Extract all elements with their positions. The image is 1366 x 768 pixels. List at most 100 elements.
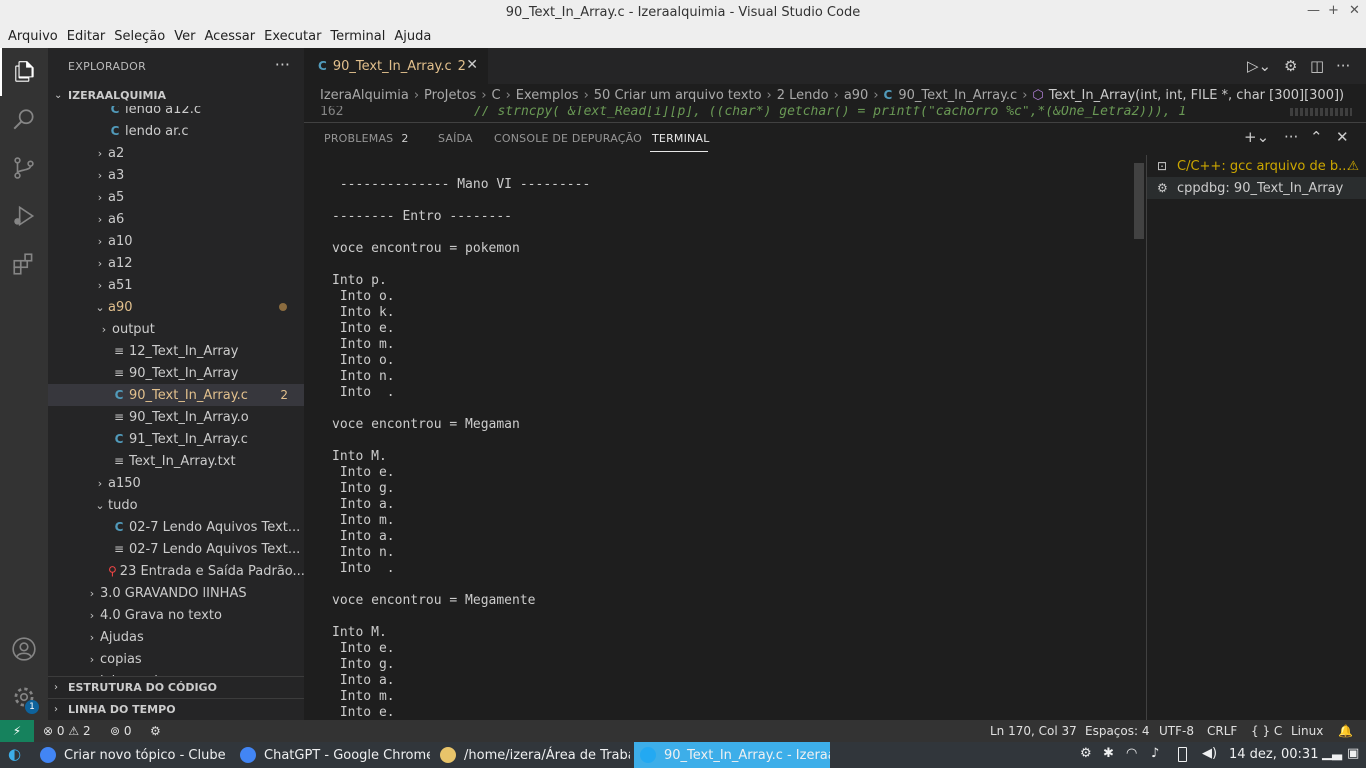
tree-folder[interactable]: › a10 — [48, 230, 304, 252]
tree-file[interactable]: ≡ 90_Text_In_Array.o — [48, 406, 304, 428]
tree-folder[interactable]: › copias — [48, 648, 304, 670]
source-control-activity[interactable] — [0, 144, 48, 192]
notifications-icon[interactable]: 🔔 — [1338, 724, 1353, 738]
more-icon[interactable]: ··· — [1336, 57, 1350, 75]
line-ending[interactable]: CRLF — [1207, 724, 1237, 738]
tab-terminal[interactable]: TERMINAL — [652, 132, 710, 145]
wifi-icon[interactable]: ◠ — [1126, 746, 1137, 761]
tree-file[interactable]: ≡ 12_Text_In_Array — [48, 340, 304, 362]
tree-folder[interactable]: ⌄ a90 — [48, 296, 304, 318]
tree-folder[interactable]: › a6 — [48, 208, 304, 230]
tree-folder[interactable]: › 4.0 Grava no texto — [48, 604, 304, 626]
workspace-root[interactable]: ⌄ IZERAALQUIMIA — [48, 84, 304, 106]
split-editor-icon[interactable]: ◫ — [1310, 57, 1324, 75]
tree-file[interactable]: ≡ 02-7 Lendo Aquivos Text... — [48, 538, 304, 560]
terminal-output[interactable]: -------------- Mano VI --------- --------… — [304, 161, 1144, 721]
cursor-position[interactable]: Ln 170, Col 37 — [990, 724, 1077, 738]
tree-folder[interactable]: ⌄ tudo — [48, 494, 304, 516]
clock[interactable]: 14 dez, 00:31 — [1229, 747, 1318, 762]
breadcrumb-item[interactable]: 90_Text_In_Array.c — [898, 88, 1017, 103]
gear-icon[interactable]: ⚙ — [1284, 57, 1297, 75]
system-monitor-icon[interactable]: ▁▃ — [1322, 746, 1342, 761]
platform[interactable]: Linux — [1291, 724, 1323, 738]
tree-file[interactable]: C 02-7 Lendo Aquivos Text... — [48, 516, 304, 538]
breadcrumb-item[interactable]: a90 — [844, 88, 869, 103]
menu-item[interactable]: Seleção — [110, 29, 169, 44]
breadcrumb-item[interactable]: Text_In_Array(int, int, FILE *, char [30… — [1049, 88, 1344, 103]
tree-file[interactable]: Clendo ar.c — [48, 120, 304, 142]
close-icon[interactable]: ✕ — [466, 57, 478, 73]
breadcrumb-item[interactable]: Exemplos — [516, 88, 579, 103]
maximize-button[interactable]: + — [1328, 3, 1339, 18]
taskbar-task[interactable]: 90_Text_In_Array.c - Izeraal... — [634, 742, 830, 768]
volume-icon[interactable]: ◀) — [1202, 746, 1217, 761]
tree-folder[interactable]: › output — [48, 318, 304, 340]
tab-problems[interactable]: PROBLEMAS 2 — [324, 132, 409, 145]
show-desktop-icon[interactable]: ▣ — [1347, 746, 1359, 761]
minimap[interactable] — [1290, 108, 1352, 116]
menu-item[interactable]: Ajuda — [390, 29, 435, 44]
breadcrumb-item[interactable]: ProJetos — [424, 88, 476, 103]
tree-folder[interactable]: › a51 — [48, 274, 304, 296]
breadcrumb-item[interactable]: C — [492, 88, 501, 103]
more-icon[interactable]: ··· — [1284, 128, 1298, 146]
tree-file[interactable]: C 90_Text_In_Array.c 2 — [48, 384, 304, 406]
menu-item[interactable]: Ver — [170, 29, 199, 44]
maximize-panel-icon[interactable]: ⌃ — [1310, 128, 1323, 146]
run-icon[interactable]: ▷⌄ — [1247, 57, 1271, 75]
taskbar-task[interactable]: ChatGPT - Google Chrome — [234, 742, 430, 768]
indentation[interactable]: Espaços: 4 — [1085, 724, 1150, 738]
bluetooth-icon[interactable]: ✱ — [1103, 746, 1114, 761]
tree-folder[interactable]: › 3.0 GRAVANDO lINHAS — [48, 582, 304, 604]
remote-indicator[interactable]: ⚡ — [0, 720, 34, 742]
timeline-section[interactable]: › LINHA DO TEMPO — [48, 698, 304, 720]
outline-section[interactable]: › ESTRUTURA DO CÓDIGO — [48, 676, 304, 698]
tree-folder[interactable]: › Ajudas — [48, 626, 304, 648]
tab-debug-console[interactable]: CONSOLE DE DEPURAÇÃO — [494, 132, 642, 145]
tree-folder[interactable]: › a2 — [48, 142, 304, 164]
more-actions-button[interactable]: ··· — [275, 55, 290, 74]
explorer-activity[interactable] — [0, 48, 48, 96]
taskbar-task[interactable]: /home/izera/Área de Trabal... — [434, 742, 630, 768]
breadcrumb-item[interactable]: IzeraAlquimia — [320, 88, 409, 103]
menu-item[interactable]: Executar — [260, 29, 325, 44]
ports-status[interactable]: ⊚ 0 — [110, 724, 132, 738]
language-mode[interactable]: { } C — [1251, 724, 1282, 738]
tree-folder[interactable]: › a12 — [48, 252, 304, 274]
bell-icon[interactable]: ♪ — [1151, 746, 1159, 761]
encoding[interactable]: UTF-8 — [1159, 724, 1194, 738]
network-icon[interactable]: ⚙ — [1080, 746, 1092, 761]
menu-item[interactable]: Acessar — [200, 29, 259, 44]
code-editor[interactable]: 162 // strncpy( &Text_Read[i][p], ((char… — [304, 106, 1366, 122]
breadcrumb-item[interactable]: 50 Criar um arquivo texto — [594, 88, 762, 103]
extensions-activity[interactable] — [0, 240, 48, 288]
tree-file[interactable]: ≡ 90_Text_In_Array — [48, 362, 304, 384]
tree-file[interactable]: Clendo a12.c — [48, 106, 304, 120]
tree-folder[interactable]: › a150 — [48, 472, 304, 494]
manage-activity[interactable]: 1 — [0, 673, 48, 721]
tree-file[interactable]: C 91_Text_In_Array.c — [48, 428, 304, 450]
app-launcher-icon[interactable]: ◐ — [8, 745, 21, 763]
terminal-instance[interactable]: ⚙ cppdbg: 90_Text_In_Array — [1147, 177, 1366, 199]
tab-output[interactable]: SAÍDA — [438, 132, 473, 145]
debug-icon[interactable]: ⚙ — [150, 724, 161, 738]
menu-item[interactable]: Arquivo — [4, 29, 62, 44]
search-activity[interactable] — [0, 96, 48, 144]
editor-tab[interactable]: C 90_Text_In_Array.c 2 ✕ — [304, 48, 488, 84]
tree-folder[interactable]: › a5 — [48, 186, 304, 208]
tree-file[interactable]: ≡ Text_In_Array.txt — [48, 450, 304, 472]
taskbar-task[interactable]: Criar novo tópico - Clube do ... — [34, 742, 230, 768]
tree-folder[interactable]: › a3 — [48, 164, 304, 186]
close-panel-icon[interactable]: ✕ — [1336, 128, 1349, 146]
tree-file[interactable]: ⚲ 23 Entrada e Saída Padrão.... — [48, 560, 304, 582]
new-terminal-icon[interactable]: +⌄ — [1244, 128, 1269, 146]
menu-item[interactable]: Terminal — [326, 29, 389, 44]
problems-status[interactable]: ⊗ 0 ⚠ 2 — [43, 724, 91, 738]
run-debug-activity[interactable] — [0, 192, 48, 240]
breadcrumb-item[interactable]: 2 Lendo — [777, 88, 829, 103]
close-window-button[interactable]: ✕ — [1349, 3, 1360, 18]
menu-item[interactable]: Editar — [63, 29, 110, 44]
terminal-scrollbar[interactable] — [1134, 163, 1144, 239]
terminal-instance[interactable]: ⊡ C/C++: gcc arquivo de b... ⚠ — [1147, 155, 1366, 177]
minimize-button[interactable]: — — [1307, 3, 1320, 18]
